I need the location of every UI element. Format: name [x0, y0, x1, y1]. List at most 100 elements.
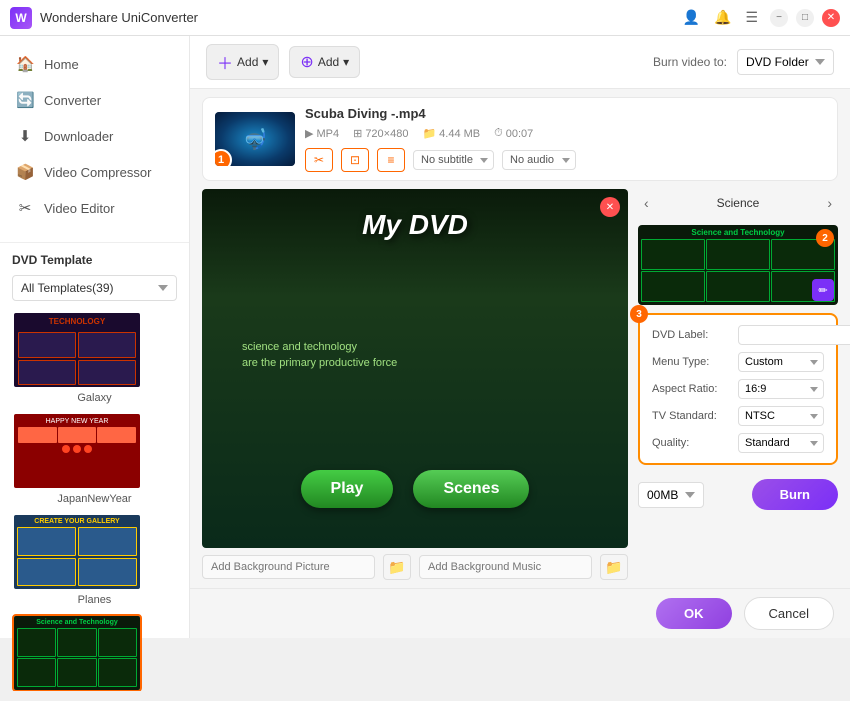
template-dropdown[interactable]: All Templates(39): [12, 275, 177, 301]
science-visual: Science and Technology: [14, 616, 140, 690]
dvd-scenes-button[interactable]: Scenes: [413, 470, 529, 508]
planes-visual: CREATE YOUR GALLERY: [14, 515, 140, 589]
duration-icon: ⏱: [494, 127, 503, 140]
tv-standard-select[interactable]: NTSC PAL: [738, 406, 824, 426]
template-item-planes[interactable]: CREATE YOUR GALLERY Planes: [12, 513, 177, 606]
content-area: ＋ Add ▾ ⊕ Add ▾ Burn video to: DVD Folde…: [190, 36, 850, 638]
file-info: Scuba Diving -.mp4 ▶ MP4 ⊞ 720×480 📁 4.4…: [305, 106, 825, 172]
sidebar-item-converter[interactable]: 🔄 Converter: [0, 82, 189, 118]
aspect-ratio-row: Aspect Ratio: 16:9 4:3: [652, 379, 824, 399]
file-duration: ⏱ 00:07: [494, 127, 533, 140]
menu-icon[interactable]: ☰: [741, 7, 762, 28]
sidebar-item-video-editor[interactable]: ✂ Video Editor: [0, 190, 189, 226]
add-media-button[interactable]: ＋ Add ▾: [206, 44, 279, 80]
dvd-template-section: DVD Template All Templates(39) TECHNOLOG…: [0, 242, 189, 701]
science-preview-inner: Science and Technology: [638, 225, 838, 305]
sci-cell-2: [706, 239, 770, 270]
badge-3-wrap: 3 DVD Label: Menu Type: Custom No Menu A…: [638, 313, 838, 465]
template-item-galaxy[interactable]: TECHNOLOGY Galaxy: [12, 311, 177, 404]
subtitle-select[interactable]: No subtitle: [413, 150, 494, 170]
ok-button[interactable]: OK: [656, 598, 732, 629]
cancel-button[interactable]: Cancel: [744, 597, 834, 630]
titlebar-icons: 👤 🔔 ☰: [679, 7, 762, 28]
minimize-button[interactable]: −: [770, 9, 788, 27]
bg-music-input[interactable]: [419, 555, 592, 579]
bottom-actions: OK Cancel: [656, 597, 834, 630]
sidebar-item-video-compressor-label: Video Compressor: [44, 165, 151, 180]
dive-figure-icon: 🤿: [243, 127, 268, 152]
nav-next-arrow[interactable]: ›: [821, 193, 838, 213]
template-thumb-planes: CREATE YOUR GALLERY: [12, 513, 142, 591]
main-layout: 🏠 Home 🔄 Converter ⬇ Downloader 📦 Video …: [0, 36, 850, 638]
home-icon: 🏠: [16, 55, 34, 73]
bg-music-folder-button[interactable]: 📁: [600, 554, 628, 580]
sidebar: 🏠 Home 🔄 Converter ⬇ Downloader 📦 Video …: [0, 36, 190, 638]
japan-visual: HAPPY NEW YEAR: [14, 414, 140, 488]
quality-row: Quality: Standard High Low: [652, 433, 824, 453]
dvd-template-title: DVD Template: [12, 253, 177, 267]
file-name: Scuba Diving -.mp4: [305, 106, 825, 121]
quality-select[interactable]: Standard High Low: [738, 433, 824, 453]
bell-icon[interactable]: 🔔: [710, 7, 735, 28]
sidebar-item-downloader[interactable]: ⬇ Downloader: [0, 118, 189, 154]
edit-template-button[interactable]: ✏: [812, 279, 834, 301]
menu-type-select[interactable]: Custom No Menu Auto: [738, 352, 824, 372]
preview-canvas: ✕ My DVD science and technologyare the p…: [202, 189, 628, 548]
template-item-japan[interactable]: HAPPY NEW YEAR: [12, 412, 177, 505]
maximize-button[interactable]: □: [796, 9, 814, 27]
add-chapter-button[interactable]: ⊕ Add ▾: [289, 46, 360, 78]
tv-standard-row: TV Standard: NTSC PAL: [652, 406, 824, 426]
template-thumb-japan: HAPPY NEW YEAR: [12, 412, 142, 490]
template-label-planes: Planes: [12, 594, 177, 606]
sidebar-item-downloader-label: Downloader: [44, 129, 113, 144]
file-resolution: ⊞ 720×480: [353, 127, 408, 140]
app-icon: W: [10, 7, 32, 29]
size-select[interactable]: 00MB: [638, 482, 704, 508]
sidebar-item-home[interactable]: 🏠 Home: [0, 46, 189, 82]
downloader-icon: ⬇: [16, 127, 34, 145]
top-bar: ＋ Add ▾ ⊕ Add ▾ Burn video to: DVD Folde…: [190, 36, 850, 89]
effects-button[interactable]: ≡: [377, 148, 405, 172]
add-chapter-icon: ⊕: [300, 52, 313, 72]
user-icon[interactable]: 👤: [679, 7, 704, 28]
burn-row: 00MB Burn: [638, 479, 838, 510]
template-grid: TECHNOLOGY Galaxy: [12, 311, 177, 691]
bg-picture-folder-button[interactable]: 📁: [383, 554, 411, 580]
science-preview-title: Science and Technology: [641, 228, 835, 237]
quality-label: Quality:: [652, 437, 732, 449]
burn-button[interactable]: Burn: [752, 479, 838, 510]
preview-main: ✕ My DVD science and technologyare the p…: [202, 189, 628, 580]
close-button[interactable]: ✕: [822, 9, 840, 27]
bg-picture-input[interactable]: [202, 555, 375, 579]
video-editor-icon: ✂: [16, 199, 34, 217]
dvd-label-input[interactable]: [738, 325, 850, 345]
dvd-play-button[interactable]: Play: [301, 470, 394, 508]
science-preview-box: Science and Technology 2 ✏: [638, 225, 838, 305]
nav-prev-arrow[interactable]: ‹: [638, 193, 655, 213]
sidebar-item-converter-label: Converter: [44, 93, 101, 108]
template-item-science[interactable]: Science and Technology Science: [12, 614, 177, 691]
file-meta: ▶ MP4 ⊞ 720×480 📁 4.44 MB ⏱ 00:07: [305, 127, 825, 140]
sidebar-item-video-compressor[interactable]: 📦 Video Compressor: [0, 154, 189, 190]
aspect-ratio-select[interactable]: 16:9 4:3: [738, 379, 824, 399]
burn-to-select[interactable]: DVD Folder DVD Disc ISO File: [737, 49, 834, 75]
sidebar-item-video-editor-label: Video Editor: [44, 201, 115, 216]
file-item: 🤿 1 Scuba Diving -.mp4 ▶ MP4 ⊞ 720×480: [202, 97, 838, 181]
crop-button[interactable]: ⊡: [341, 148, 369, 172]
bottom-bar: OK Cancel: [190, 588, 850, 638]
audio-select[interactable]: No audio: [502, 150, 576, 170]
add-chapter-label: Add: [318, 55, 339, 69]
file-size: 📁 4.44 MB: [422, 127, 480, 140]
titlebar: W Wondershare UniConverter 👤 🔔 ☰ − □ ✕: [0, 0, 850, 36]
menu-type-row: Menu Type: Custom No Menu Auto: [652, 352, 824, 372]
resolution-icon: ⊞: [353, 127, 362, 140]
file-format: ▶ MP4: [305, 127, 339, 140]
science-nav: ‹ Science ›: [638, 189, 838, 217]
scissors-button[interactable]: ✂: [305, 148, 333, 172]
titlebar-right: 👤 🔔 ☰ − □ ✕: [679, 7, 840, 28]
dvd-settings: DVD Label: Menu Type: Custom No Menu Aut…: [638, 313, 838, 465]
template-label-galaxy: Galaxy: [12, 392, 177, 404]
galaxy-visual: TECHNOLOGY: [14, 313, 140, 387]
template-thumb-science: Science and Technology: [12, 614, 142, 691]
preview-close-button[interactable]: ✕: [600, 197, 620, 217]
